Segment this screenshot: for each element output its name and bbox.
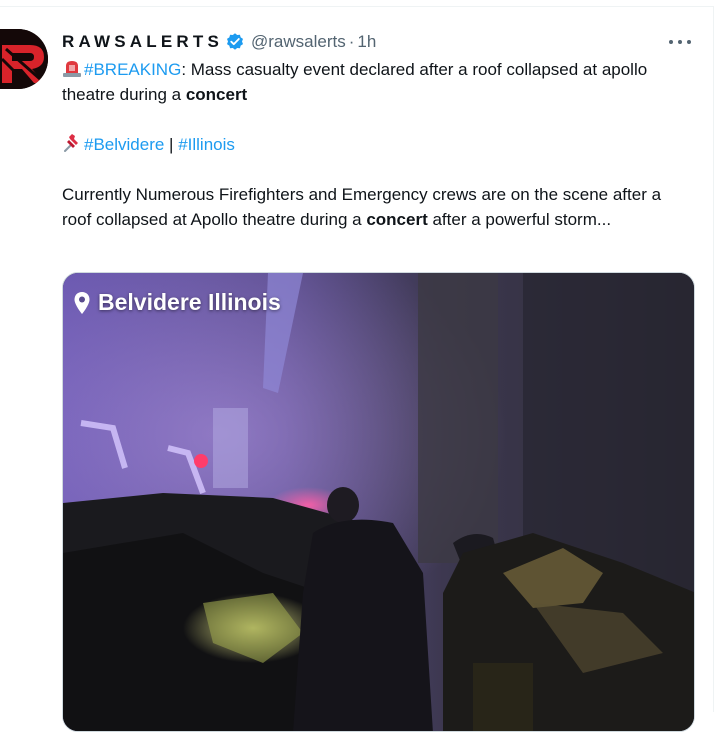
tweet-line-details: Currently Numerous Firefighters and Emer… (62, 182, 692, 232)
tweet-card[interactable]: RAWSALERTS @rawsalerts · 1h #BREAKING: M… (0, 6, 714, 732)
hashtag-breaking[interactable]: #BREAKING (84, 60, 181, 79)
rawsalerts-logo-icon (0, 29, 48, 89)
timestamp[interactable]: 1h (357, 32, 376, 52)
pushpin-icon (64, 134, 78, 152)
tweet-line-breaking: #BREAKING: Mass casualty event declared … (62, 57, 692, 107)
avatar[interactable] (0, 29, 48, 89)
location-pin-icon (74, 291, 90, 314)
tweet-line-tags: #Belvidere | #Illinois (62, 132, 692, 157)
hashtag-illinois[interactable]: #Illinois (178, 135, 235, 154)
verified-badge-icon (227, 33, 243, 50)
more-options-icon[interactable] (669, 32, 691, 52)
tweet-header: RAWSALERTS @rawsalerts · 1h (62, 30, 693, 54)
rotating-light-icon (63, 61, 81, 77)
location-label: Belvidere Illinois (98, 289, 281, 315)
location-overlay: Belvidere Illinois (73, 289, 281, 316)
hashtag-belvidere[interactable]: #Belvidere (84, 135, 164, 154)
author-handle[interactable]: @rawsalerts (251, 32, 346, 52)
author-name[interactable]: RAWSALERTS (62, 32, 223, 52)
details-text-b: after a powerful storm... (427, 210, 612, 229)
separator-dot: · (348, 32, 355, 51)
breaking-bold-word: concert (185, 85, 248, 104)
video-media[interactable]: Belvidere Illinois (62, 272, 695, 732)
tag-separator: | (164, 135, 179, 154)
details-bold-word: concert (366, 210, 428, 229)
video-frame-image (63, 273, 694, 731)
tweet-text: #BREAKING: Mass casualty event declared … (62, 57, 692, 257)
